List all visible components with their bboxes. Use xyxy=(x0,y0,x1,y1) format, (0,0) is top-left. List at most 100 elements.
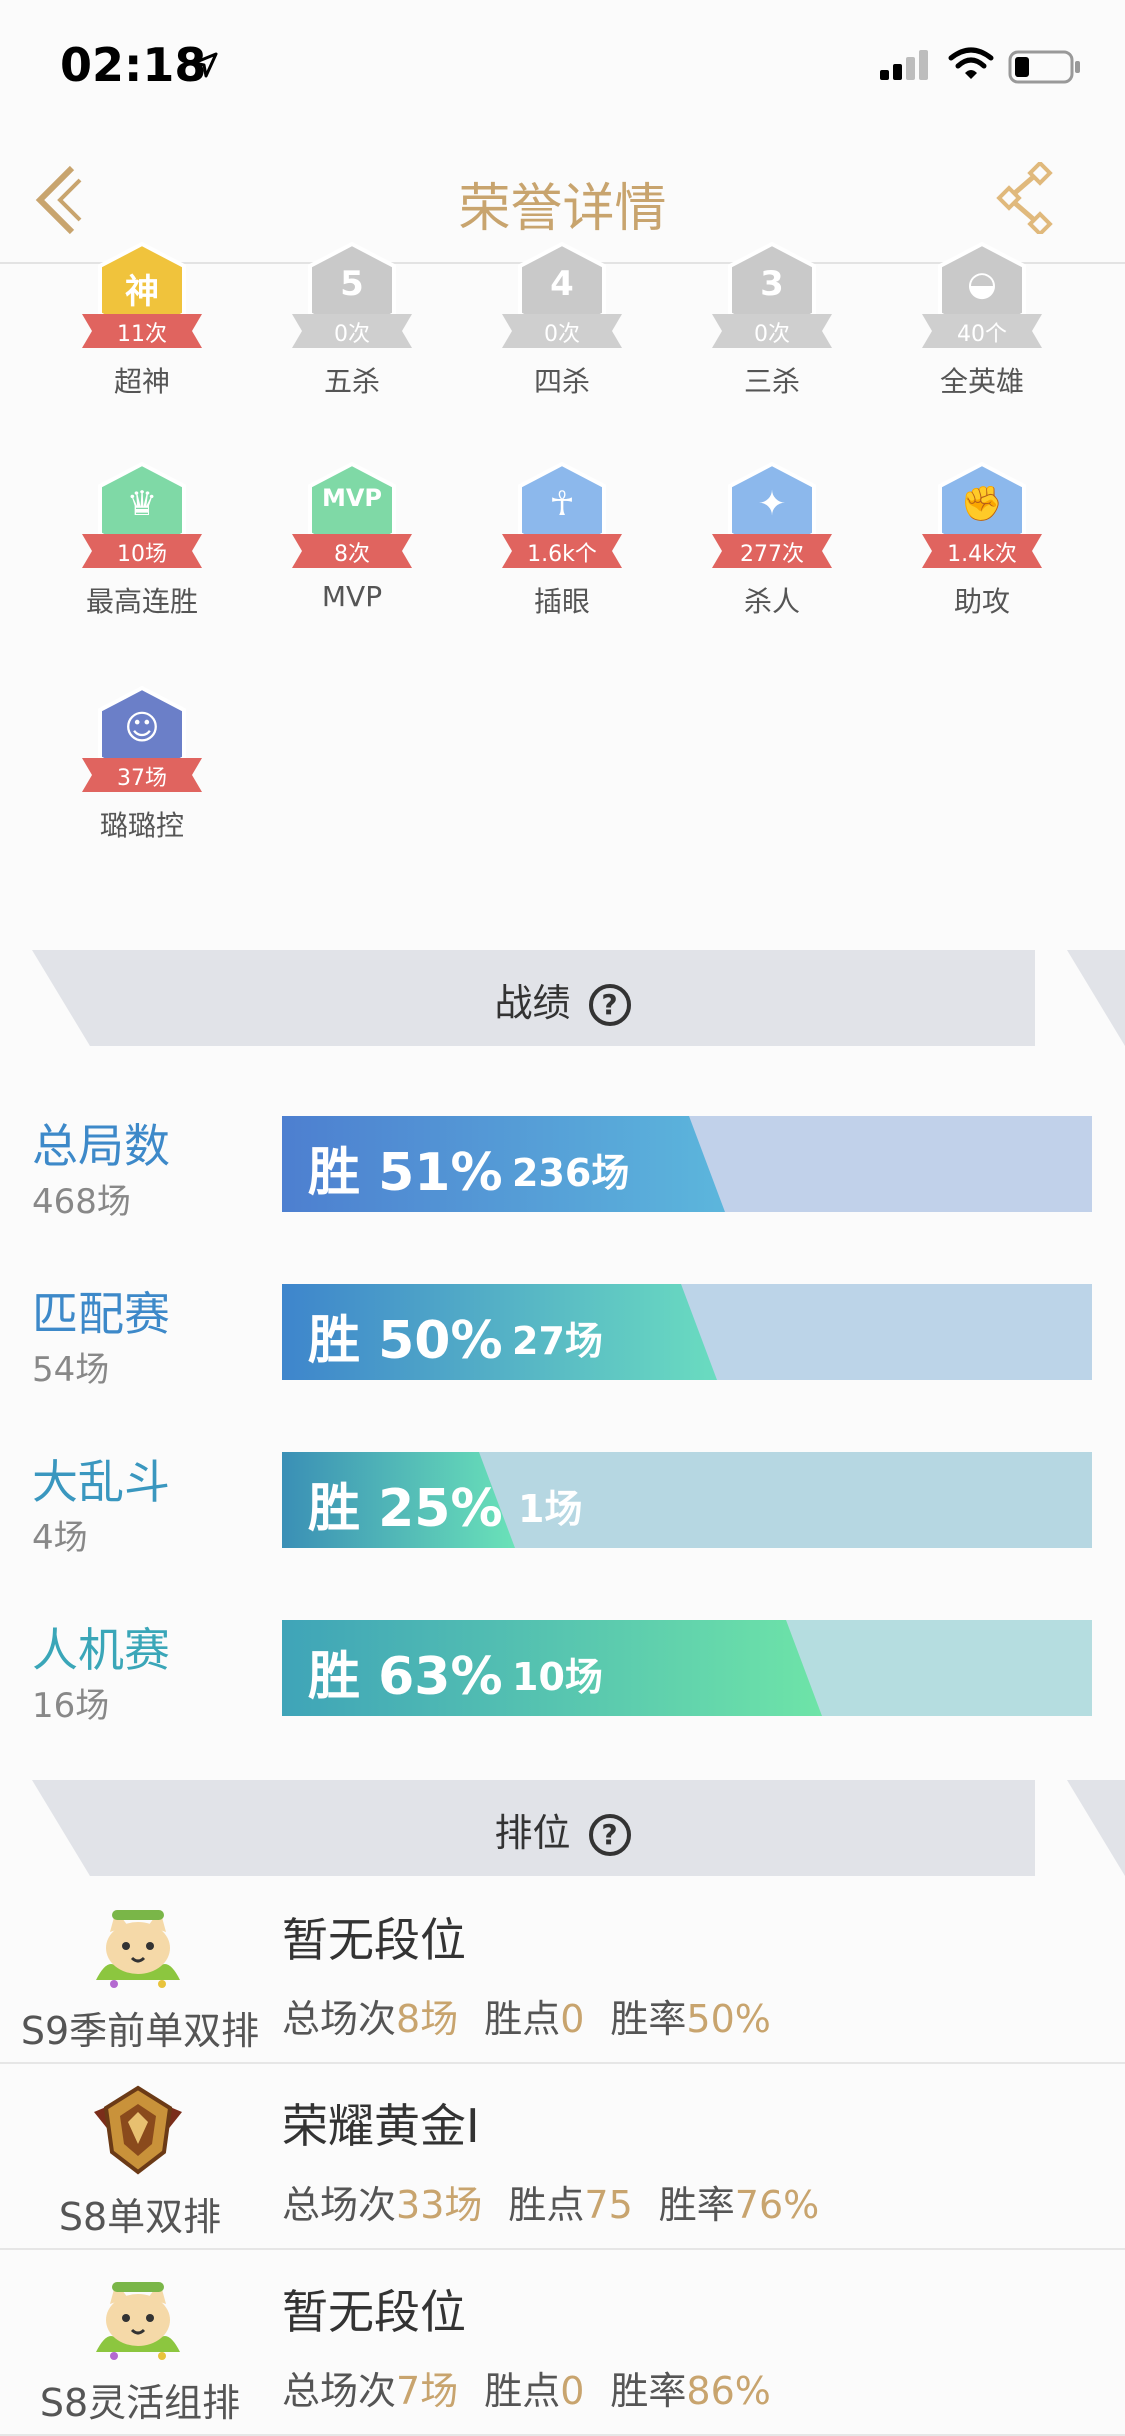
wins-count: 236场 xyxy=(512,1151,630,1195)
honor-badge[interactable]: 4 0次 四杀 xyxy=(472,242,652,400)
badge-emblem-icon: MVP 8次 xyxy=(292,462,412,572)
wins-count: 10场 xyxy=(512,1655,603,1699)
badge-label: 五杀 xyxy=(323,365,380,398)
league-points-value: 75 xyxy=(584,2183,633,2227)
badge-count: 11次 xyxy=(117,322,167,347)
record-mode-name: 大乱斗 xyxy=(32,1455,170,1509)
win-rate-bar: 胜 51% 236场 xyxy=(282,1116,1092,1212)
league-points-value: 0 xyxy=(560,1997,585,2041)
record-total-games: 4场 xyxy=(32,1518,88,1558)
total-games-label: 总场次 xyxy=(282,1997,397,2041)
win-rate-value: 76% xyxy=(734,2183,820,2227)
badge-label: 璐璐控 xyxy=(99,809,184,842)
ranked-tier: 暂无段位 xyxy=(282,1913,466,1967)
record-row[interactable]: 人机赛 16场 胜 63% 10场 xyxy=(0,1614,1125,1726)
wins-count: 1场 xyxy=(518,1487,583,1531)
badge-glyph: 5 xyxy=(340,264,364,304)
total-games-value: 33场 xyxy=(396,2183,483,2227)
badge-count: 1.4k次 xyxy=(947,542,1017,567)
record-section-header: 战绩? xyxy=(0,950,1125,1046)
ranked-queue-row[interactable]: S8灵活组排 暂无段位 总场次7场 胜点0 胜率86% xyxy=(0,2250,1125,2436)
location-arrow-icon xyxy=(192,52,218,78)
badge-glyph: 神 xyxy=(125,272,159,312)
badge-label: 超神 xyxy=(113,365,170,398)
badge-count: 0次 xyxy=(754,322,790,347)
league-points-label: 胜点 xyxy=(508,2183,585,2227)
total-games-label: 总场次 xyxy=(282,2183,397,2227)
ranked-queue-row[interactable]: S8单双排 荣耀黄金I 总场次33场 胜点75 胜率76% xyxy=(0,2064,1125,2250)
ranked-stats: 总场次8场 胜点0 胜率50% xyxy=(282,1988,771,2043)
honor-badge[interactable]: ✦ 277次 杀人 xyxy=(682,462,862,620)
win-rate-value: 86% xyxy=(686,2369,771,2413)
win-rate-value: 50% xyxy=(686,1997,771,2041)
honor-badge[interactable]: MVP 8次 MVP xyxy=(262,462,442,613)
honor-badge[interactable]: ◒ 40个全英雄 xyxy=(892,242,1072,400)
honor-badge[interactable]: 3 0次三杀 xyxy=(682,242,862,400)
badge-glyph: ✊ xyxy=(960,484,1004,524)
honor-badges: 神 11次 超神 5 0次 五杀 4 0次 四杀 3 0次 三杀 ◒ 40个 全英雄 ♛ 10场 最高连胜 MVP 8… xyxy=(0,242,1125,950)
ranked-queue-name: S8单双排 xyxy=(58,2195,222,2239)
win-rate-bar: 胜 63% 10场 xyxy=(282,1620,1092,1716)
cellular-signal-icon xyxy=(880,50,928,80)
honor-badge[interactable]: ☺ 37场 璐璐控 xyxy=(52,686,232,844)
honor-badge[interactable]: 神 11次超神 xyxy=(52,242,232,400)
win-rate-label: 胜率 xyxy=(610,2369,687,2413)
ranked-tier: 荣耀黄金I xyxy=(282,2099,480,2153)
honor-badge[interactable]: 5 0次 五杀 xyxy=(262,242,442,400)
badge-glyph: ✦ xyxy=(757,484,787,524)
badge-count: 40个 xyxy=(957,322,1007,347)
battery-icon xyxy=(1008,50,1080,84)
ranked-section-title: 排位? xyxy=(0,1802,1125,1857)
win-rate-label: 胜率 xyxy=(610,1997,687,2041)
unranked-emblem-icon xyxy=(88,2268,188,2364)
honor-badge[interactable]: ✊ 1.4k次 助攻 xyxy=(892,462,1072,620)
badge-count: 277次 xyxy=(740,542,804,567)
record-row[interactable]: 匹配赛 54场 胜 50% 27场 xyxy=(0,1278,1125,1390)
honor-badge[interactable]: ♛ 10场最高连胜 xyxy=(52,462,232,620)
badge-label: 三杀 xyxy=(743,365,800,398)
wins-count: 27场 xyxy=(512,1319,603,1363)
badge-label: 全英雄 xyxy=(939,365,1024,398)
help-icon[interactable]: ? xyxy=(588,1814,631,1856)
ranked-queue-row[interactable]: S9季前单双排 暂无段位 总场次8场 胜点0 胜率50% xyxy=(0,1878,1125,2064)
league-points-label: 胜点 xyxy=(484,1997,561,2041)
win-rate-bar: 胜 25% 1场 xyxy=(282,1452,1092,1548)
wifi-icon xyxy=(948,47,994,79)
record-mode-name: 总局数 xyxy=(32,1119,170,1173)
badge-count: 10场 xyxy=(117,542,167,567)
badge-emblem-icon: ☥ 1.6k个 xyxy=(502,462,622,572)
win-rate-text: 胜 63% xyxy=(308,1647,503,1707)
help-icon[interactable]: ? xyxy=(588,984,631,1026)
badge-label: 最高连胜 xyxy=(85,585,198,618)
record-total-games: 54场 xyxy=(32,1350,110,1390)
ranked-stats: 总场次7场 胜点0 胜率86% xyxy=(282,2360,771,2415)
record-section-title: 战绩? xyxy=(0,972,1125,1027)
ranked-tier: 暂无段位 xyxy=(282,2285,466,2339)
badge-count: 0次 xyxy=(544,322,580,347)
badge-glyph: 4 xyxy=(550,264,574,304)
badge-count: 1.6k个 xyxy=(527,542,597,567)
badge-count: 8次 xyxy=(334,542,370,567)
win-rate-text: 胜 25% xyxy=(308,1479,503,1539)
win-rate-bar: 胜 50% 27场 xyxy=(282,1284,1092,1380)
badge-glyph: ◒ xyxy=(967,264,997,304)
badge-glyph: 3 xyxy=(760,264,784,304)
ranked-section-header: 排位? xyxy=(0,1780,1125,1876)
honor-badge[interactable]: ☥ 1.6k个 插眼 xyxy=(472,462,652,620)
badge-glyph: MVP xyxy=(321,484,383,512)
badge-emblem-icon: ♛ 10场 xyxy=(82,462,202,572)
record-row[interactable]: 大乱斗 4场 胜 25% 1场 xyxy=(0,1446,1125,1558)
total-games-label: 总场次 xyxy=(282,2369,397,2413)
record-total-games: 468场 xyxy=(32,1182,131,1222)
badge-emblem-icon: 神 11次 xyxy=(82,242,202,352)
share-button[interactable] xyxy=(995,162,1061,234)
ranked-queue-name: S9季前单双排 xyxy=(20,2009,260,2053)
badge-emblem-icon: 4 0次 xyxy=(502,242,622,352)
ranked-queue-name: S8灵活组排 xyxy=(39,2381,241,2425)
unranked-emblem-icon xyxy=(88,1896,188,1992)
league-points-label: 胜点 xyxy=(484,2369,561,2413)
status-bar: 02:18 xyxy=(0,0,1125,132)
record-row[interactable]: 总局数 468场 胜 51% 236场 xyxy=(0,1110,1125,1222)
league-points-value: 0 xyxy=(560,2369,585,2413)
page-title: 荣誉详情 xyxy=(458,179,667,239)
